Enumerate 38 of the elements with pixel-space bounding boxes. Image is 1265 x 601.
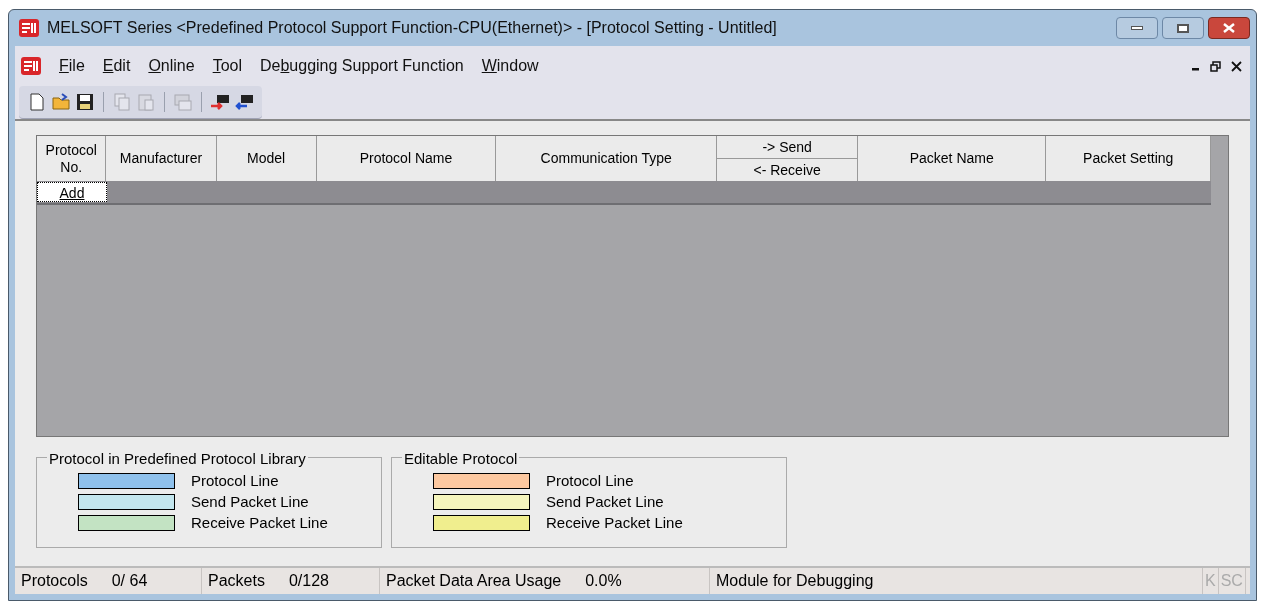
legend-label: Receive Packet Line — [191, 514, 328, 531]
window-title: MELSOFT Series <Predefined Protocol Support Function-CPU(Ethernet)> - [Protocol Setting - Untitled] — [47, 18, 777, 38]
column-header: <- Receive — [752, 160, 822, 180]
menu-item[interactable]: Online — [148, 54, 195, 78]
close-button[interactable] — [1208, 17, 1250, 39]
read-from-plc-icon[interactable] — [234, 92, 254, 112]
legend-label: Protocol Line — [191, 472, 279, 489]
menu-item[interactable]: Window — [481, 54, 539, 78]
maximize-button[interactable] — [1162, 17, 1204, 39]
status-label: Module for Debugging — [716, 571, 874, 591]
menu-item[interactable]: Tool — [212, 54, 242, 78]
close-icon[interactable] — [1231, 60, 1242, 72]
legend-label: Receive Packet Line — [546, 514, 683, 531]
folder-icon[interactable] — [51, 92, 71, 112]
status-value: 0/128 — [288, 571, 329, 591]
status-label: Packet Data Area Usage — [386, 571, 562, 591]
legend-label: Send Packet Line — [546, 493, 664, 510]
app-logo-icon — [19, 19, 39, 37]
document-logo-icon — [21, 57, 41, 75]
new-file-icon[interactable] — [27, 92, 47, 112]
legend-label: Protocol Line — [546, 472, 634, 489]
minimize-button[interactable] — [1116, 17, 1158, 39]
column-header: -> Send — [717, 136, 857, 159]
add-button[interactable]: Add — [37, 182, 107, 202]
menu-item[interactable]: File — [59, 54, 85, 78]
status-label: Protocols — [21, 571, 88, 591]
status-value: 0/ 64 — [111, 571, 148, 591]
menu-item[interactable]: Debugging Support Function — [260, 54, 464, 78]
legend-label: Send Packet Line — [191, 493, 309, 510]
write-to-plc-icon[interactable] — [210, 92, 230, 112]
close-icon — [1223, 23, 1235, 33]
status-value: 0.0% — [585, 571, 622, 591]
status-label: Packets — [208, 571, 265, 591]
restore-icon[interactable] — [1210, 60, 1221, 72]
status-indicator: K — [1203, 568, 1219, 594]
menu-item[interactable]: Edit — [102, 54, 131, 78]
status-indicator: SC — [1218, 568, 1246, 594]
save-icon[interactable] — [75, 92, 95, 112]
